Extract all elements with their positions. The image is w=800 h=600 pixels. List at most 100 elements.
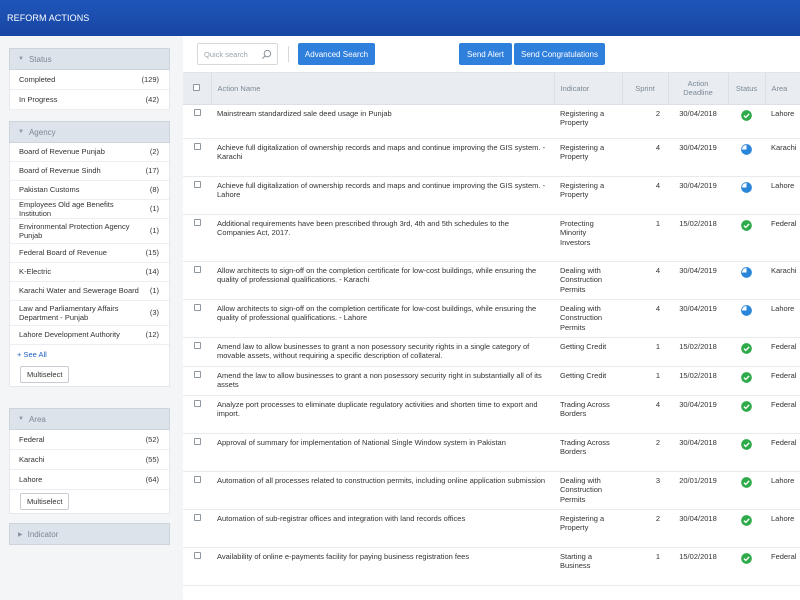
area-multiselect-button[interactable]: Multiselect — [20, 493, 70, 510]
search-icon[interactable] — [261, 49, 272, 60]
table-row[interactable]: Achieve full digitalization of ownership… — [183, 138, 800, 177]
area-filter-panel: ▼ Area Federal (52) Karachi (55) Lahore (64) … — [9, 408, 170, 514]
row-select-cell — [183, 104, 211, 139]
table-row[interactable]: Automation of all processes related to c… — [183, 471, 800, 510]
toolbar-divider — [288, 46, 289, 62]
status-facet-item[interactable]: Completed (129) — [10, 70, 169, 90]
app-header: REFORM ACTIONS — [0, 0, 800, 36]
row-checkbox[interactable] — [193, 303, 201, 311]
row-checkbox[interactable] — [193, 108, 201, 116]
column-header-deadline-line2: Deadline — [683, 88, 713, 98]
action-name-cell: Approval of summary for implementation o… — [211, 433, 554, 472]
area-filter-list: Federal (52) Karachi (55) Lahore (64) — [9, 430, 170, 490]
row-checkbox[interactable] — [193, 437, 201, 445]
facet-count: (14) — [145, 267, 159, 277]
agency-facet-item[interactable]: Board of Revenue Sindh (17) — [10, 162, 169, 181]
row-checkbox[interactable] — [193, 341, 201, 349]
table-row[interactable]: Mainstream standardized sale deed usage … — [183, 104, 800, 139]
see-all-link[interactable]: + See All — [9, 345, 170, 363]
table-row[interactable]: Allow architects to sign-off on the comp… — [183, 261, 800, 300]
agency-facet-item[interactable]: Employees Old age Benefits Institution (1… — [10, 200, 169, 219]
row-checkbox[interactable] — [193, 551, 201, 559]
indicator-filter-header[interactable]: ▶ Indicator — [9, 523, 170, 545]
quick-search-input[interactable] — [198, 44, 258, 64]
expand-triangle-icon: ▶ — [18, 531, 23, 538]
area-facet-item[interactable]: Karachi (55) — [10, 450, 169, 470]
row-checkbox[interactable] — [193, 370, 201, 378]
indicator-cell: Starting a Business — [554, 547, 622, 586]
column-header-status[interactable]: Status — [728, 73, 766, 105]
agency-facet-item[interactable]: Federal Board of Revenue (15) — [10, 244, 169, 263]
deadline-cell: 15/02/2018 — [668, 547, 728, 586]
agency-facet-item[interactable]: Karachi Water and Sewerage Board (1) — [10, 282, 169, 301]
table-row[interactable]: Availability of online e-payments facili… — [183, 547, 800, 586]
area-facet-item[interactable]: Lahore (64) — [10, 470, 169, 490]
row-checkbox[interactable] — [193, 218, 201, 226]
area-cell: Karachi — [765, 261, 800, 300]
toolbar: Advanced Search Send Alert Send Congratu… — [183, 36, 800, 72]
status-filter-header[interactable]: ▼ Status — [9, 48, 170, 70]
table-row[interactable]: Amend law to allow businesses to grant a… — [183, 337, 800, 367]
agency-facet-item[interactable]: Law and Parliamentary Affairs Department… — [10, 301, 169, 326]
action-name-cell: Allow architects to sign-off on the comp… — [211, 261, 554, 300]
agency-facet-item[interactable]: K-Electric (14) — [10, 263, 169, 282]
send-congratulations-button[interactable]: Send Congratulations — [514, 43, 605, 65]
sprint-cell: 4 — [622, 261, 668, 300]
column-header-sprint[interactable]: Sprint — [622, 73, 669, 105]
table-row[interactable]: Achieve full digitalization of ownership… — [183, 176, 800, 215]
agency-multiselect-button[interactable]: Multiselect — [20, 366, 70, 383]
table-row[interactable]: Approval of summary for implementation o… — [183, 433, 800, 472]
collapse-triangle-icon: ▼ — [18, 416, 24, 422]
status-completed-icon — [741, 109, 752, 121]
column-header-action-deadline[interactable]: Action Deadline — [668, 73, 729, 105]
deadline-cell: 30/04/2019 — [668, 176, 728, 215]
agency-facet-item[interactable]: Lahore Development Authority (12) — [10, 326, 169, 345]
row-select-cell — [183, 138, 211, 177]
area-cell: Lahore — [765, 471, 800, 510]
status-cell — [728, 337, 765, 367]
send-alert-button[interactable]: Send Alert — [459, 43, 512, 65]
area-filter-header[interactable]: ▼ Area — [9, 408, 170, 430]
row-checkbox[interactable] — [193, 399, 201, 407]
app-title: REFORM ACTIONS — [7, 13, 90, 23]
area-facet-item[interactable]: Federal (52) — [10, 430, 169, 450]
row-select-cell — [183, 366, 211, 396]
column-header-action-name[interactable]: Action Name — [211, 73, 555, 105]
deadline-cell: 15/02/2018 — [668, 214, 728, 262]
row-checkbox[interactable] — [193, 475, 201, 483]
collapse-triangle-icon: ▼ — [18, 56, 24, 62]
agency-filter-header[interactable]: ▼ Agency — [9, 121, 170, 143]
agency-multiselect-row: Multiselect — [9, 363, 170, 387]
table-row[interactable]: Amend the law to allow businesses to gra… — [183, 366, 800, 396]
filter-sidebar: ▼ Status Completed (129) In Progress (42) ▼… — [0, 36, 183, 600]
advanced-search-button[interactable]: Advanced Search — [298, 43, 375, 65]
deadline-cell: 20/01/2019 — [668, 471, 728, 510]
table-row[interactable]: Additional requirements have been prescr… — [183, 214, 800, 262]
status-completed-icon — [741, 552, 752, 564]
deadline-cell: 30/04/2019 — [668, 261, 728, 300]
column-header-area[interactable]: Area — [765, 73, 800, 105]
table-row[interactable]: Analyze port processes to eliminate dupl… — [183, 395, 800, 434]
row-checkbox[interactable] — [193, 265, 201, 273]
agency-facet-item[interactable]: Board of Revenue Punjab (2) — [10, 143, 169, 162]
status-in-progress-icon — [741, 181, 752, 193]
row-checkbox[interactable] — [193, 142, 201, 150]
row-checkbox[interactable] — [193, 180, 201, 188]
table-header-row: Action Name Indicator Sprint Action Dead… — [183, 73, 800, 105]
select-all-checkbox[interactable] — [193, 83, 201, 91]
table-row[interactable]: Allow architects to sign-off on the comp… — [183, 299, 800, 338]
area-cell: Federal — [765, 214, 800, 262]
row-select-cell — [183, 547, 211, 586]
status-facet-item[interactable]: In Progress (42) — [10, 90, 169, 110]
status-cell — [728, 104, 765, 139]
status-cell — [728, 395, 765, 434]
agency-facet-item[interactable]: Environmental Protection Agency Punjab (1… — [10, 219, 169, 244]
agency-facet-item[interactable]: Pakistan Customs (8) — [10, 181, 169, 200]
sprint-cell: 1 — [622, 214, 668, 262]
table-row[interactable]: Automation of sub-registrar offices and … — [183, 509, 800, 548]
row-checkbox[interactable] — [193, 513, 201, 521]
sprint-cell: 2 — [622, 509, 668, 548]
area-multiselect-row: Multiselect — [9, 490, 170, 514]
status-completed-icon — [741, 219, 752, 231]
column-header-indicator[interactable]: Indicator — [554, 73, 623, 105]
